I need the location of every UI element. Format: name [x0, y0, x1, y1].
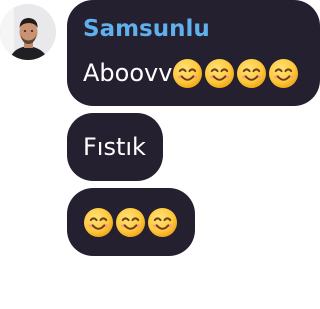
user-avatar-photo: [0, 4, 56, 60]
smiling-face-icon: [83, 207, 114, 238]
message-text: Aboovv: [83, 59, 173, 87]
message-bubble[interactable]: Samsunlu Aboovv: [67, 0, 320, 106]
message-bubble[interactable]: Fıstık: [67, 113, 163, 181]
smiling-face-icon: [268, 58, 299, 89]
message-bubble[interactable]: [67, 188, 195, 256]
smiling-face-icon: [236, 58, 267, 89]
smiling-face-icon: [204, 58, 235, 89]
smiling-face-icon: [147, 207, 178, 238]
smiling-face-icon: [172, 58, 203, 89]
message-text: Fıstık: [83, 133, 146, 161]
emoji-row: [83, 207, 179, 238]
user-avatar[interactable]: [0, 4, 56, 60]
emoji-row: [172, 58, 300, 89]
message-content: Aboovv: [83, 56, 320, 90]
sender-name[interactable]: Samsunlu: [83, 14, 320, 44]
smiling-face-icon: [115, 207, 146, 238]
